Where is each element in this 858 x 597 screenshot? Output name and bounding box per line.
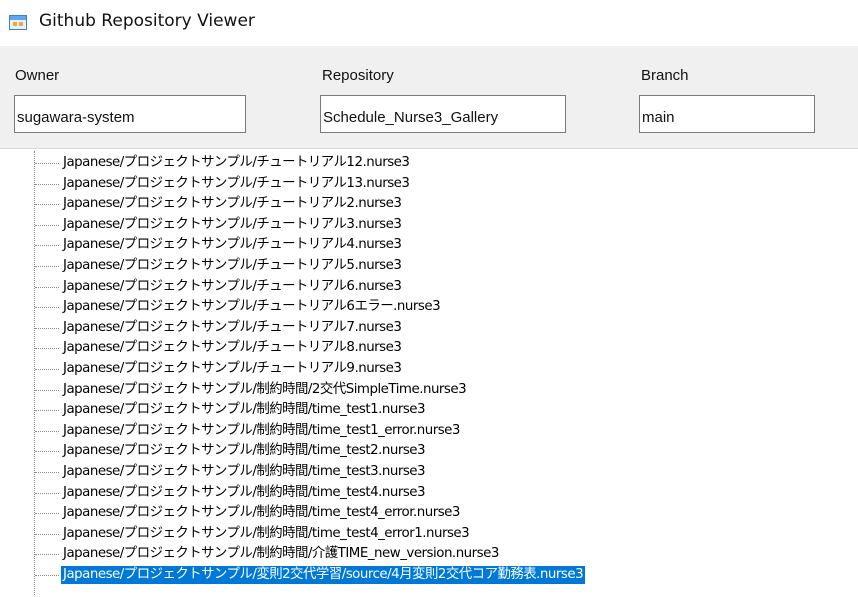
tree-connector [35, 224, 59, 226]
tree-item-label: Japanese/プロジェクトサンプル/制約時間/time_test1_erro… [63, 422, 460, 438]
tree-item[interactable]: Japanese/プロジェクトサンプル/制約時間/time_test4_erro… [34, 504, 834, 522]
repository-form: Owner Repository Branch [0, 46, 858, 149]
tree-connector [35, 533, 59, 535]
tree-connector [35, 183, 59, 185]
tree-connector [35, 554, 59, 556]
tree-item-label: Japanese/プロジェクトサンプル/変則2交代学習/source/4月変則2… [61, 566, 586, 584]
tree-item-label: Japanese/プロジェクトサンプル/チュートリアル5.nurse3 [63, 258, 402, 273]
tree-item-label: Japanese/プロジェクトサンプル/制約時間/time_test4.nurs… [63, 484, 426, 500]
tree-item[interactable]: Japanese/プロジェクトサンプル/変則2交代学習/source/4月変則2… [34, 566, 834, 584]
app-window: Github Repository Viewer Owner Repositor… [0, 0, 858, 597]
tree-item-label: Japanese/プロジェクトサンプル/チュートリアル13.nurse3 [63, 175, 410, 191]
tree-item[interactable]: Japanese/プロジェクトサンプル/チュートリアル7.nurse3 [34, 319, 834, 337]
tree-connector [35, 327, 59, 329]
tree-connector [35, 430, 59, 432]
tree-item[interactable]: Japanese/プロジェクトサンプル/制約時間/time_test4_erro… [34, 525, 834, 543]
tree-connector [35, 348, 59, 350]
file-tree[interactable]: Japanese/プロジェクトサンプル/チュートリアル12.nurse3 Japa… [0, 149, 858, 597]
tree-item-label: Japanese/プロジェクトサンプル/制約時間/介護TIME_new_vers… [63, 546, 499, 562]
tree-item-label: Japanese/プロジェクトサンプル/制約時間/time_test4_erro… [63, 505, 460, 521]
tree-item-label: Japanese/プロジェクトサンプル/制約時間/time_test4_erro… [63, 525, 470, 541]
branch-input[interactable] [639, 95, 815, 133]
tree-item[interactable]: Japanese/プロジェクトサンプル/チュートリアル3.nurse3 [34, 216, 834, 234]
tree-item[interactable]: Japanese/プロジェクトサンプル/チュートリアル8.nurse3 [34, 339, 834, 357]
tree-item[interactable]: Japanese/プロジェクトサンプル/チュートリアル9.nurse3 [34, 360, 834, 378]
tree-item[interactable]: Japanese/プロジェクトサンプル/チュートリアル13.nurse3 [34, 175, 834, 193]
tree-item-label: Japanese/プロジェクトサンプル/チュートリアル4.nurse3 [63, 237, 402, 253]
tree-connector [35, 492, 59, 494]
window-app-icon [9, 15, 27, 30]
branch-label: Branch [641, 67, 689, 84]
tree-item[interactable]: Japanese/プロジェクトサンプル/制約時間/time_test2.nurs… [34, 442, 834, 460]
tree-item-label: Japanese/プロジェクトサンプル/チュートリアル6.nurse3 [63, 278, 402, 294]
repository-input[interactable] [320, 95, 566, 133]
tree-item[interactable]: Japanese/プロジェクトサンプル/チュートリアル4.nurse3 [34, 236, 834, 254]
repository-label: Repository [322, 67, 394, 84]
tree-connector [35, 369, 59, 370]
owner-label: Owner [15, 67, 60, 84]
tree-item[interactable]: Japanese/プロジェクトサンプル/チュートリアル6エラー.nurse3 [34, 298, 834, 316]
tree-item-label: Japanese/プロジェクトサンプル/チュートリアル3.nurse3 [63, 216, 402, 232]
tree-item-label: Japanese/プロジェクトサンプル/チュートリアル6エラー.nurse3 [63, 299, 441, 315]
tree-item-label: Japanese/プロジェクトサンプル/チュートリアル12.nurse3 [63, 155, 410, 170]
tree-item[interactable]: Japanese/プロジェクトサンプル/制約時間/2交代SimpleTime.n… [34, 381, 834, 399]
tree-connector [35, 266, 59, 267]
tree-connector [35, 286, 59, 288]
tree-connector [35, 307, 59, 309]
tree-item-label: Japanese/プロジェクトサンプル/チュートリアル2.nurse3 [63, 196, 402, 212]
owner-input[interactable] [14, 95, 246, 133]
tree-item[interactable]: Japanese/プロジェクトサンプル/チュートリアル5.nurse3 [34, 257, 834, 275]
tree-item-label: Japanese/プロジェクトサンプル/チュートリアル8.nurse3 [63, 340, 402, 356]
title-bar: Github Repository Viewer [0, 0, 858, 46]
tree-item-label: Japanese/プロジェクトサンプル/制約時間/time_test3.nurs… [63, 464, 426, 479]
tree-connector [35, 513, 59, 515]
tree-connector [35, 245, 59, 247]
tree-item-label: Japanese/プロジェクトサンプル/チュートリアル9.nurse3 [63, 361, 402, 376]
tree-item-label: Japanese/プロジェクトサンプル/制約時間/2交代SimpleTime.n… [63, 381, 467, 397]
tree-connector [35, 451, 59, 453]
tree-item-label: Japanese/プロジェクトサンプル/チュートリアル7.nurse3 [63, 319, 402, 335]
tree-item[interactable]: Japanese/プロジェクトサンプル/チュートリアル12.nurse3 [34, 154, 834, 172]
tree-item[interactable]: Japanese/プロジェクトサンプル/制約時間/time_test1_erro… [34, 422, 834, 440]
tree-connector [35, 204, 59, 206]
tree-connector [35, 410, 59, 412]
tree-item-label: Japanese/プロジェクトサンプル/制約時間/time_test1.nurs… [63, 402, 426, 418]
tree-connector [35, 472, 59, 473]
tree-connector [35, 163, 59, 164]
tree-item[interactable]: Japanese/プロジェクトサンプル/制約時間/介護TIME_new_vers… [34, 545, 834, 563]
tree-item[interactable]: Japanese/プロジェクトサンプル/制約時間/time_test4.nurs… [34, 484, 834, 502]
window-title: Github Repository Viewer [39, 11, 255, 31]
tree-item[interactable]: Japanese/プロジェクトサンプル/制約時間/time_test3.nurs… [34, 463, 834, 481]
tree-connector [35, 389, 59, 391]
tree-connector [35, 575, 59, 576]
tree-item[interactable]: Japanese/プロジェクトサンプル/チュートリアル6.nurse3 [34, 278, 834, 296]
tree-item[interactable]: Japanese/プロジェクトサンプル/制約時間/time_test1.nurs… [34, 401, 834, 419]
tree-item[interactable]: Japanese/プロジェクトサンプル/チュートリアル2.nurse3 [34, 195, 834, 213]
tree-item-label: Japanese/プロジェクトサンプル/制約時間/time_test2.nurs… [63, 443, 426, 459]
